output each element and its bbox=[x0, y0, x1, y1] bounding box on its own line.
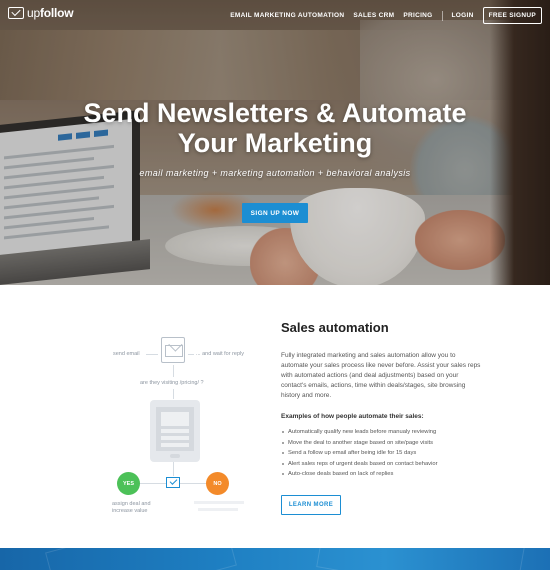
hero-title: Send Newsletters & Automate Your Marketi… bbox=[0, 98, 550, 158]
list-item: Send a follow up email after being idle … bbox=[281, 448, 501, 459]
diagram-label-assign-deal: assign deal and bbox=[112, 501, 151, 507]
nav-link-pricing[interactable]: PRICING bbox=[403, 12, 432, 19]
hero-section: upfollow EMAIL MARKETING AUTOMATION SALE… bbox=[0, 0, 550, 285]
hero-title-line1: Send Newsletters & Automate bbox=[83, 98, 467, 128]
hero-subtitle: email marketing + marketing automation +… bbox=[139, 168, 411, 178]
nav-link-login[interactable]: LOGIN bbox=[452, 12, 474, 19]
list-item: Auto-close deals based on lack of replie… bbox=[281, 469, 501, 480]
no-badge: NO bbox=[206, 472, 229, 495]
nav-link-email-marketing-automation[interactable]: EMAIL MARKETING AUTOMATION bbox=[230, 12, 344, 19]
learn-more-button[interactable]: LEARN MORE bbox=[281, 495, 341, 515]
section-description: Fully integrated marketing and sales aut… bbox=[281, 352, 481, 399]
diagram-label-visiting: are they visiting /pricing/ ? bbox=[140, 380, 204, 386]
nav-link-sales-crm[interactable]: SALES CRM bbox=[353, 12, 394, 19]
phone-icon bbox=[150, 400, 200, 462]
list-item: Automatically qualify new leads before m… bbox=[281, 427, 501, 438]
diagram-connector bbox=[180, 483, 206, 484]
diagram-connector bbox=[188, 354, 194, 355]
checkbox-logo-icon bbox=[8, 7, 24, 19]
yes-badge: YES bbox=[117, 472, 140, 495]
free-signup-button[interactable]: FREE SIGNUP bbox=[482, 7, 542, 24]
section-title: Sales automation bbox=[281, 320, 389, 335]
diagram-label-wait-reply: ... and wait for reply bbox=[196, 351, 244, 357]
examples-heading: Examples of how people automate their sa… bbox=[281, 413, 424, 420]
check-icon bbox=[166, 477, 180, 488]
list-item: Alert sales reps of urgent deals based o… bbox=[281, 459, 501, 470]
nav-divider bbox=[441, 10, 443, 21]
footer-strip bbox=[0, 548, 550, 570]
list-item: Move the deal to another stage based on … bbox=[281, 438, 501, 449]
logo[interactable]: upfollow bbox=[8, 6, 74, 20]
diagram-label-placeholder bbox=[194, 501, 244, 504]
diagram-label-send-email: send email bbox=[113, 351, 140, 357]
envelope-icon bbox=[161, 337, 185, 363]
diagram-connector bbox=[173, 365, 174, 377]
diagram-connector bbox=[173, 389, 174, 399]
logo-text: upfollow bbox=[27, 6, 74, 20]
diagram-connector bbox=[173, 462, 174, 476]
top-nav: upfollow EMAIL MARKETING AUTOMATION SALE… bbox=[0, 0, 550, 28]
sign-up-now-button[interactable]: SIGN UP NOW bbox=[242, 203, 308, 223]
hero-title-line2: Your Marketing bbox=[177, 128, 373, 158]
diagram-connector bbox=[140, 483, 166, 484]
diagram-connector bbox=[146, 354, 158, 355]
diagram-label-increase-value: increase value bbox=[112, 508, 148, 514]
automation-diagram: send email ... and wait for reply are th… bbox=[110, 335, 260, 525]
nav-links: EMAIL MARKETING AUTOMATION SALES CRM PRI… bbox=[230, 7, 542, 24]
examples-list: Automatically qualify new leads before m… bbox=[281, 427, 501, 480]
diagram-label-placeholder bbox=[198, 508, 238, 511]
